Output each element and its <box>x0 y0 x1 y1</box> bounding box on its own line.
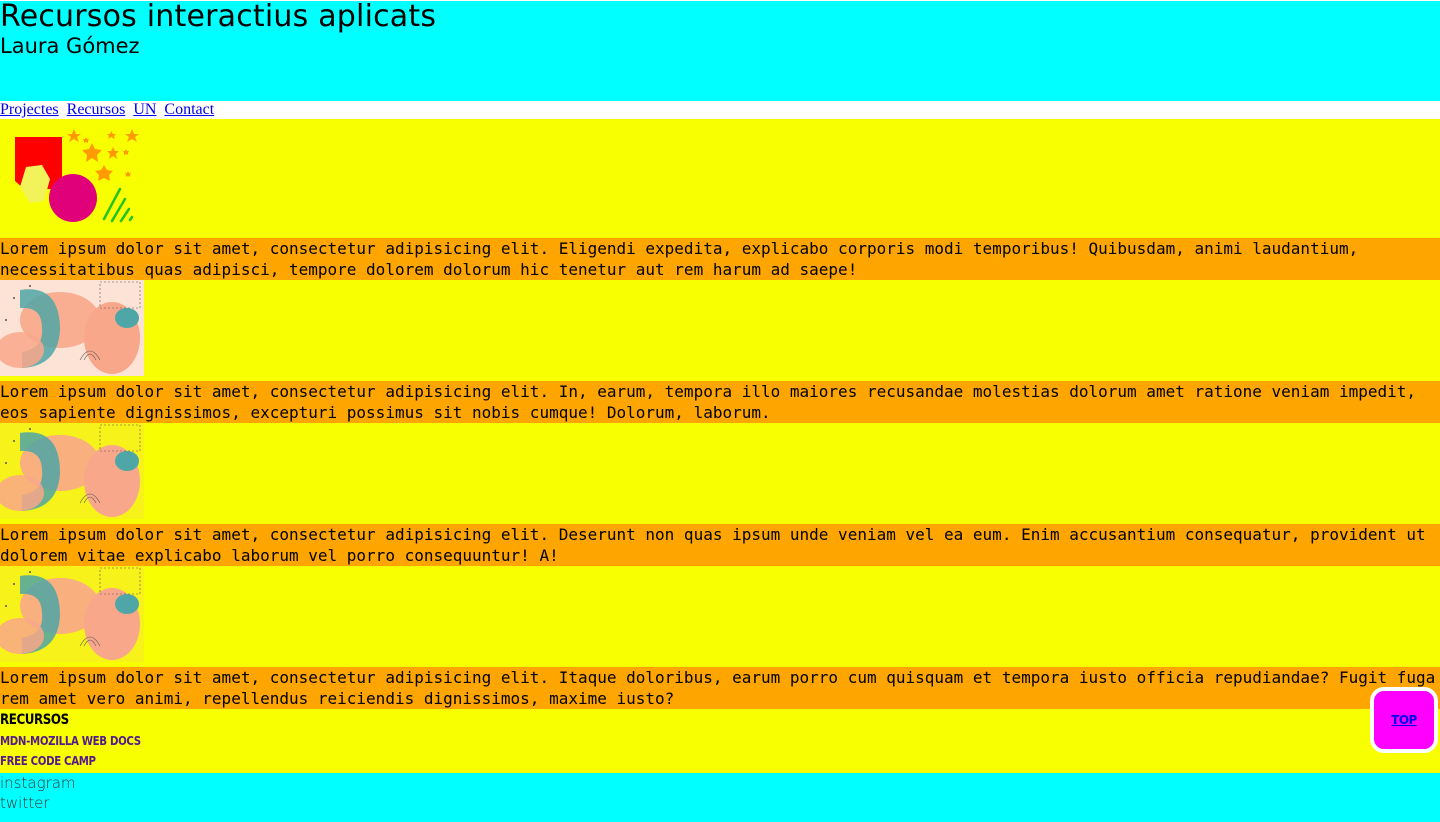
image-row <box>0 280 1440 381</box>
nav-link-recursos[interactable]: Recursos <box>67 101 126 118</box>
resource-link-mdn-label: MDN-MOZILLA WEB DOCS <box>0 734 141 748</box>
main-nav: Projectes Recursos UN Contact <box>0 101 1440 119</box>
site-subtitle: Laura Gómez <box>0 34 140 58</box>
section-text: Lorem ipsum dolor sit amet, consectetur … <box>0 238 1440 280</box>
social-twitter[interactable]: twitter <box>0 793 1440 813</box>
resource-link-freecodecamp-label: FREE CODE CAMP <box>0 754 96 768</box>
resource-link-freecodecamp[interactable]: FREE CODE CAMP <box>0 751 1440 771</box>
hero-banner <box>0 119 1440 238</box>
nav-link-projectes[interactable]: Projectes <box>0 101 59 118</box>
shapes-illustration <box>15 129 139 223</box>
section-text: Lorem ipsum dolor sit amet, consectetur … <box>0 667 1440 709</box>
image-row <box>0 566 1440 667</box>
resources-section: RECURSOS MDN-MOZILLA WEB DOCS FREE CODE … <box>0 709 1440 773</box>
nav-link-contact[interactable]: Contact <box>164 101 214 118</box>
pattern-image <box>0 423 144 519</box>
site-header: Recursos interactius aplicats Laura Góme… <box>0 1 1440 101</box>
pattern-image <box>0 566 144 662</box>
site-footer: instagram twitter <box>0 773 1440 822</box>
nav-link-un[interactable]: UN <box>133 101 156 118</box>
resource-link-mdn[interactable]: MDN-MOZILLA WEB DOCS <box>0 731 1440 751</box>
resources-heading: RECURSOS <box>0 712 69 728</box>
site-title: Recursos interactius aplicats <box>0 0 437 34</box>
section-text: Lorem ipsum dolor sit amet, consectetur … <box>0 524 1440 566</box>
social-instagram[interactable]: instagram <box>0 773 1440 793</box>
back-to-top-button[interactable]: TOP <box>1370 687 1438 753</box>
section-text: Lorem ipsum dolor sit amet, consectetur … <box>0 381 1440 423</box>
pattern-image <box>0 280 144 376</box>
image-row <box>0 423 1440 524</box>
